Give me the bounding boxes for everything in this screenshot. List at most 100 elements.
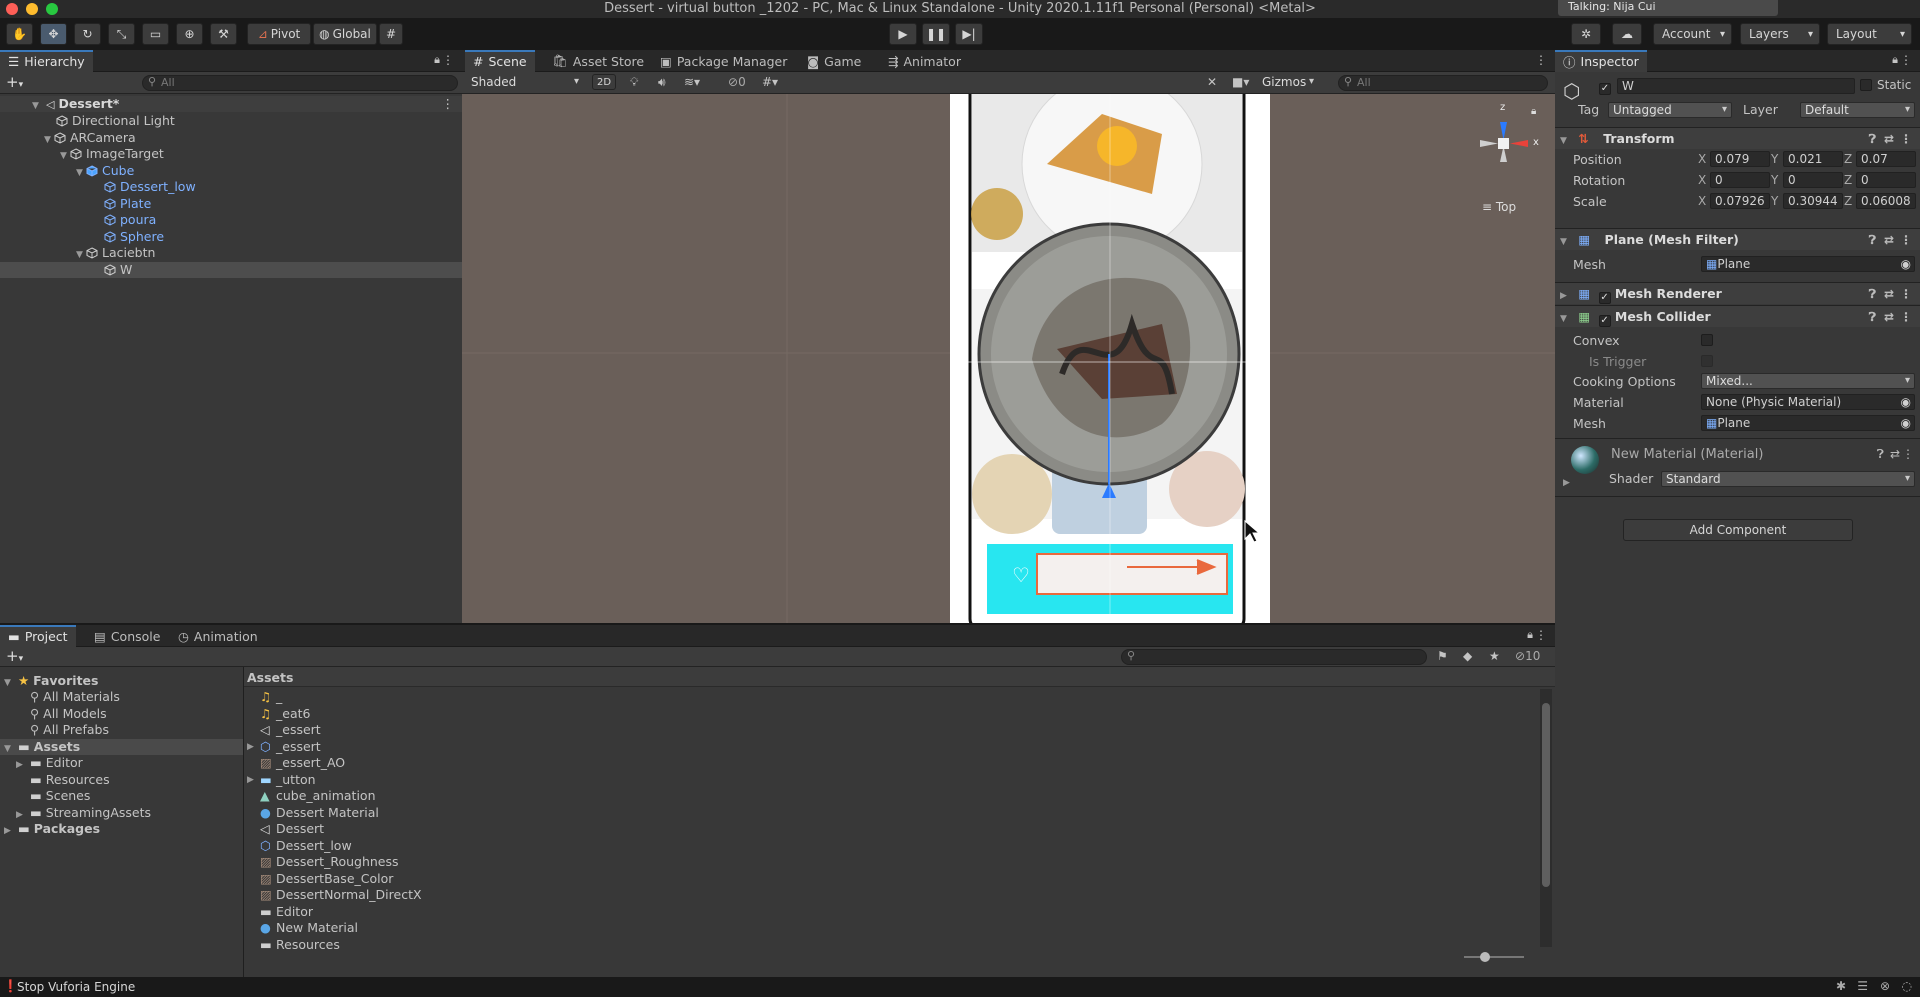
rotation-z-field[interactable]: 0 <box>1856 172 1916 188</box>
collider-mesh-field[interactable]: ▦Plane ◉ <box>1701 415 1915 431</box>
lock-icon[interactable]: 🔒︎ <box>434 53 440 67</box>
hierarchy-item[interactable]: poura <box>0 212 462 228</box>
tab-animator[interactable]: ⇶ Animator <box>880 50 969 72</box>
grid-toggle-icon[interactable]: #▾ <box>762 75 778 89</box>
object-name-field[interactable]: W <box>1617 78 1855 94</box>
tab-console[interactable]: ▤ Console <box>86 625 168 647</box>
asset-folder-item[interactable]: ▬ Scenes <box>0 788 243 804</box>
rotation-y-field[interactable]: 0 <box>1783 172 1843 188</box>
hierarchy-item[interactable]: Sphere <box>0 229 462 245</box>
lock-icon[interactable]: 🔒︎ <box>1527 628 1533 642</box>
global-toggle[interactable]: ◍ Global <box>313 23 377 45</box>
static-checkbox[interactable] <box>1860 78 1872 92</box>
more-icon[interactable]: ⋮ <box>1900 229 1912 251</box>
label-icon[interactable]: ◆ <box>1463 649 1472 663</box>
packages-row[interactable]: ▶ ▬ Packages <box>0 821 243 837</box>
more-icon[interactable]: ⋮ <box>442 96 455 112</box>
preset-icon[interactable]: ⇄ <box>1890 447 1900 461</box>
play-button[interactable]: ▶ <box>889 23 917 45</box>
favorite-item[interactable]: ⚲ All Models <box>0 706 243 722</box>
preset-icon[interactable]: ⇄ <box>1884 283 1894 305</box>
preset-icon[interactable]: ⇄ <box>1884 306 1894 328</box>
hierarchy-item[interactable]: W <box>0 261 462 278</box>
cooking-options-dropdown[interactable]: Mixed... <box>1701 373 1915 389</box>
add-component-button[interactable]: Add Component <box>1623 519 1853 541</box>
hierarchy-item[interactable]: Directional Light <box>0 113 462 129</box>
hierarchy-item[interactable]: ▼ Cube <box>0 163 462 179</box>
tools-icon[interactable]: ✕ <box>1207 75 1217 89</box>
hierarchy-search-input[interactable]: All <box>142 75 458 91</box>
expand-arrow-icon[interactable]: ▶ <box>1560 285 1570 307</box>
favorite-item[interactable]: ⚲ All Prefabs <box>0 722 243 738</box>
asset-folder-item[interactable]: ▬ Resources <box>0 772 243 788</box>
shading-mode-dropdown[interactable]: Shaded <box>466 74 584 90</box>
expand-arrow-icon[interactable]: ▶ <box>247 772 257 788</box>
view-label[interactable]: ≡ Top <box>1482 200 1516 214</box>
scene-viewport[interactable]: ♡ z x 🔒︎ ≡ Top <box>462 94 1555 623</box>
asset-item[interactable]: ▶ ⬡ _essert <box>244 739 1539 755</box>
help-icon[interactable]: ❓︎ <box>1877 447 1884 462</box>
favorite-star-icon[interactable]: ★ <box>1489 649 1500 663</box>
help-icon[interactable]: ❓︎ <box>1869 306 1876 328</box>
more-icon[interactable]: ⋮ <box>442 53 454 67</box>
scale-y-field[interactable]: 0.30944 <box>1783 193 1843 209</box>
grid-snap-button[interactable]: # <box>379 23 403 45</box>
tab-package-manager[interactable]: ▣ Package Manager <box>652 50 795 72</box>
asset-item[interactable]: ● New Material <box>244 920 1539 936</box>
asset-item[interactable]: ◁ Dessert <box>244 821 1539 837</box>
help-icon[interactable]: ❓︎ <box>1869 128 1876 150</box>
asset-item[interactable]: ▨ DessertBase_Color <box>244 871 1539 887</box>
icon-size-slider[interactable] <box>1464 956 1524 958</box>
2d-toggle[interactable]: 2D <box>592 74 616 90</box>
shader-dropdown[interactable]: Standard <box>1661 471 1915 487</box>
asset-item[interactable]: ♫ _ <box>244 689 1539 705</box>
step-button[interactable]: ▶| <box>955 23 983 45</box>
asset-item[interactable]: ▨ _essert_AO <box>244 755 1539 771</box>
scale-tool-button[interactable]: ⤡ <box>108 23 135 45</box>
assets-root-row[interactable]: ▼ ▬ Assets <box>0 739 243 755</box>
collapse-arrow-icon[interactable]: ▼ <box>1560 308 1570 330</box>
transform-header[interactable]: ▼ ⇅ Transform ❓︎ ⇄ ⋮ <box>1555 127 1920 149</box>
asset-item[interactable]: ▲ cube_animation <box>244 788 1539 804</box>
tab-game[interactable]: ◙ Game <box>799 50 869 72</box>
layout-dropdown[interactable]: Layout ▾ <box>1827 23 1912 45</box>
asset-item[interactable]: ◁ _essert <box>244 722 1539 738</box>
asset-item[interactable]: ▨ Dessert_Roughness <box>244 854 1539 870</box>
gizmos-dropdown[interactable]: Gizmos <box>1257 74 1319 90</box>
asset-item[interactable]: ▬ Editor <box>244 904 1539 920</box>
tab-inspector[interactable]: ⓘ Inspector <box>1555 50 1647 72</box>
scrollbar[interactable] <box>1540 689 1552 947</box>
orientation-gizmo[interactable] <box>1462 102 1542 182</box>
lock-icon[interactable]: 🔒︎ <box>1892 53 1898 67</box>
custom-tool-button[interactable]: ⚒ <box>210 23 237 45</box>
effects-icon[interactable]: ≋▾ <box>684 75 700 89</box>
scene-root-row[interactable]: ▼ ◁ Dessert* ⋮ <box>0 96 462 112</box>
physic-material-field[interactable]: None (Physic Material) ◉ <box>1701 394 1915 410</box>
asset-item[interactable]: ▬ Resources <box>244 937 1539 953</box>
favorite-item[interactable]: ⚲ All Materials <box>0 689 243 705</box>
account-dropdown[interactable]: Account ▾ <box>1653 23 1732 45</box>
tab-asset-store[interactable]: 🛍︎ Asset Store <box>544 50 652 72</box>
transform-tool-button[interactable]: ⊕ <box>176 23 203 45</box>
camera-icon[interactable]: ■▾ <box>1232 75 1249 89</box>
rect-tool-button[interactable]: ▭ <box>142 23 169 45</box>
expand-arrow-icon[interactable]: ▼ <box>32 98 42 114</box>
asset-item[interactable]: ▨ DessertNormal_DirectX <box>244 887 1539 903</box>
mesh-field[interactable]: ▦Plane ◉ <box>1701 256 1915 272</box>
preset-icon[interactable]: ⇄ <box>1884 128 1894 150</box>
tab-animation[interactable]: ◷ Animation <box>170 625 266 647</box>
cloud-button[interactable]: ☁ <box>1612 23 1642 45</box>
more-icon[interactable]: ⋮ <box>1535 628 1547 642</box>
collapse-arrow-icon[interactable]: ▼ <box>1560 130 1570 152</box>
enabled-checkbox[interactable]: ✓ <box>1598 315 1611 327</box>
collab-button[interactable]: ✲ <box>1571 23 1601 45</box>
object-picker-icon[interactable]: ◉ <box>1901 395 1911 409</box>
asset-item[interactable]: ⬡ Dessert_low <box>244 838 1539 854</box>
pivot-toggle[interactable]: ⊿ Pivot <box>247 23 311 45</box>
tag-dropdown[interactable]: Untagged <box>1608 102 1732 118</box>
create-button[interactable]: +▾ <box>6 647 23 665</box>
help-icon[interactable]: ❓︎ <box>1869 283 1876 305</box>
asset-item[interactable]: ● Dessert Material <box>244 805 1539 821</box>
tab-scene[interactable]: # Scene <box>465 50 535 72</box>
preset-icon[interactable]: ⇄ <box>1884 229 1894 251</box>
